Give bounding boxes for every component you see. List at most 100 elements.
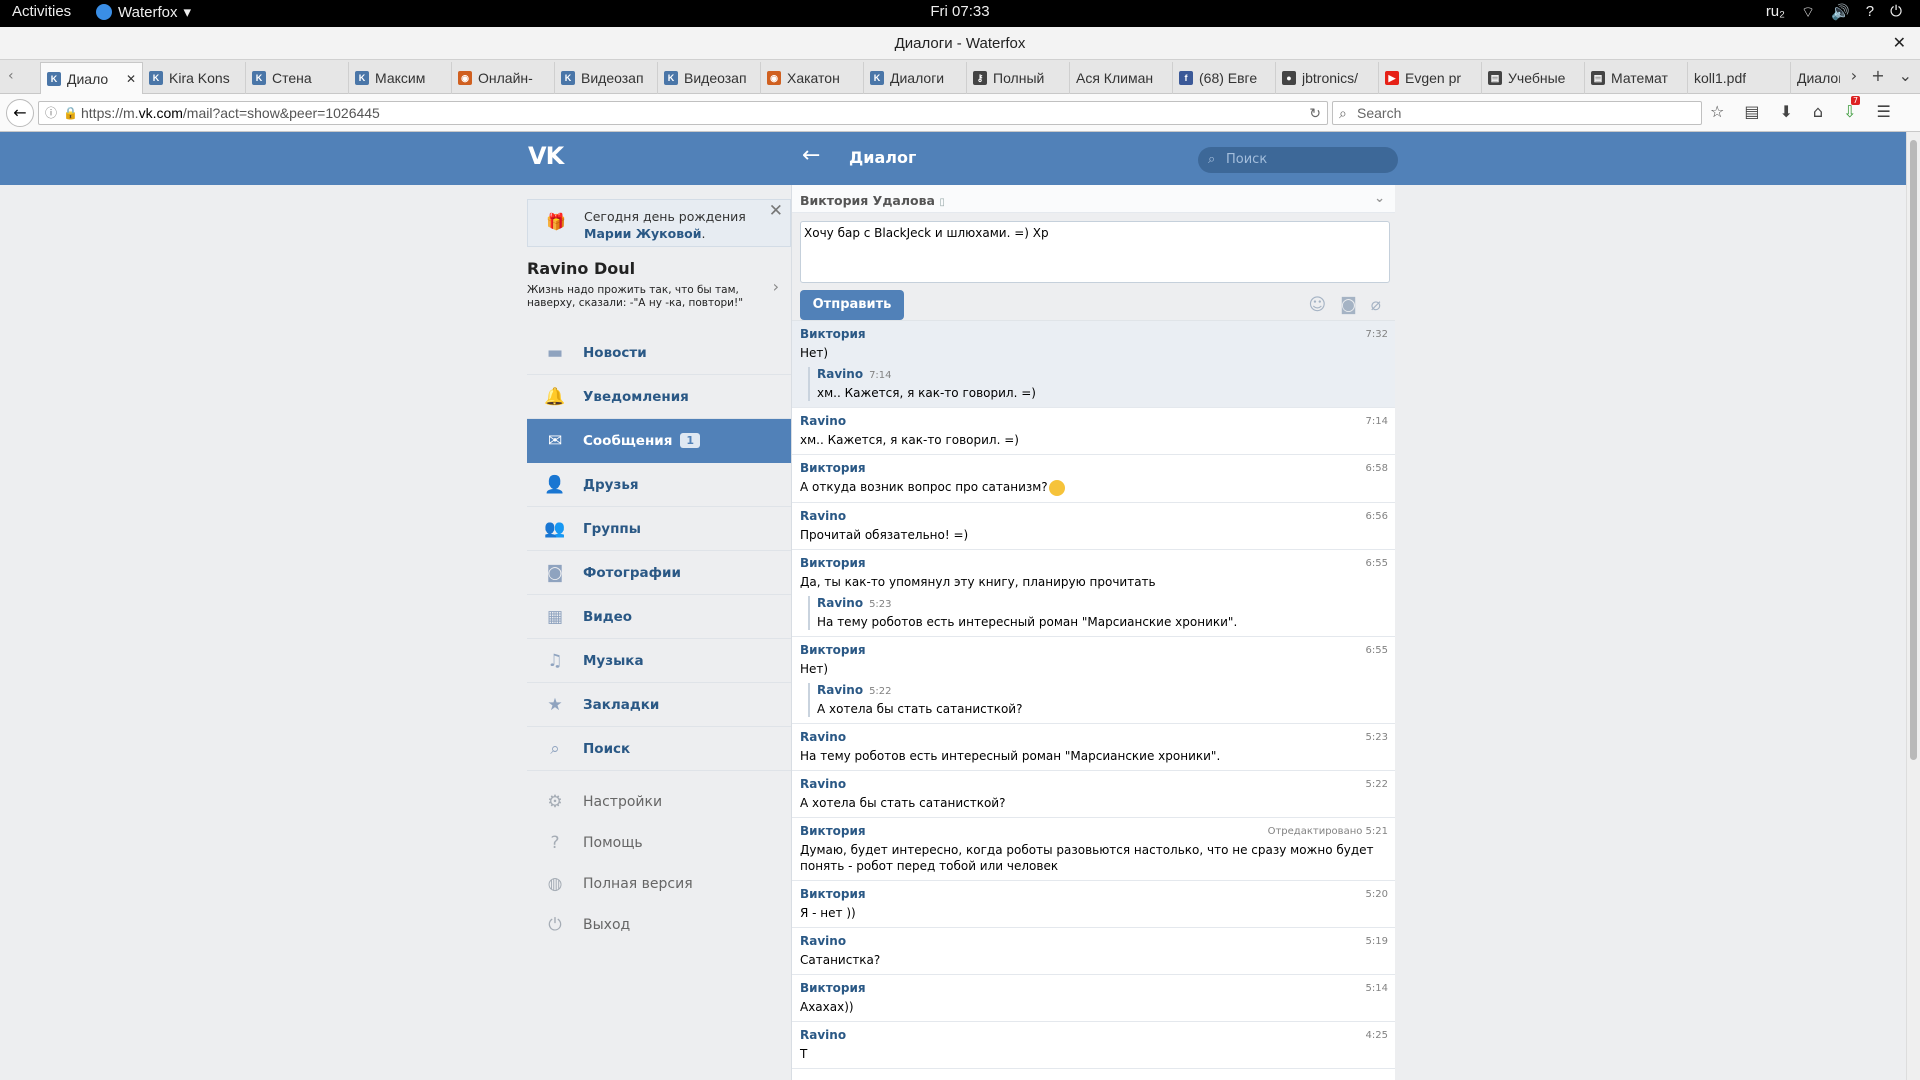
forwarded-message[interactable]: Ravino 5:23 На тему роботов есть интересны… bbox=[808, 595, 1387, 630]
reload-icon[interactable]: ↻ bbox=[1309, 102, 1321, 124]
url-input[interactable]: ⓘ 🔒 https://m.vk.com/mail?act=show&peer=… bbox=[38, 101, 1328, 125]
profile-block[interactable]: Ravino Doul Жизнь надо прожить так, что … bbox=[527, 247, 791, 323]
new-tab-icon[interactable]: + bbox=[1871, 66, 1884, 85]
downloads-icon[interactable]: ⇩ 7 bbox=[1843, 96, 1861, 121]
bookmark-star-icon[interactable]: ☆ bbox=[1710, 102, 1724, 121]
scroll-tabs-right-icon[interactable]: › bbox=[1851, 66, 1857, 85]
message-item[interactable]: Ravino 4:25 Т bbox=[792, 1022, 1395, 1069]
sidebar-item-star[interactable]: ★ Закладки bbox=[527, 683, 791, 727]
tab-item[interactable]: ▤ Учебные bbox=[1482, 62, 1585, 94]
forwarded-author[interactable]: Ravino bbox=[817, 367, 863, 381]
reader-list-icon[interactable]: ▤ bbox=[1744, 102, 1759, 121]
tab-item[interactable]: K Видеозап bbox=[658, 62, 761, 94]
message-author[interactable]: Ravino bbox=[800, 730, 1387, 744]
tab-list-icon[interactable]: ⌄ bbox=[1899, 66, 1912, 85]
sidebar-item-person[interactable]: 👤 Друзья bbox=[527, 463, 791, 507]
forwarded-message[interactable]: Ravino 7:14 хм.. Кажется, я как-то говорил… bbox=[808, 367, 1387, 401]
tab-item[interactable]: K Диалоги bbox=[864, 62, 967, 94]
browser-search-input[interactable]: ⌕ Search bbox=[1332, 101, 1702, 125]
message-item[interactable]: Ravino 6:56 Прочитай обязательно! =) bbox=[792, 503, 1395, 550]
tab-item[interactable]: f (68) Евге bbox=[1173, 62, 1276, 94]
forwarded-author[interactable]: Ravino bbox=[817, 683, 863, 697]
volume-icon[interactable]: 🔊 bbox=[1831, 3, 1850, 22]
clock[interactable]: Fri 07:33 bbox=[0, 3, 1920, 20]
peer-name[interactable]: Виктория Удалова bbox=[800, 193, 935, 208]
sidebar-item-help[interactable]: ? Помощь bbox=[527, 822, 791, 863]
tab-item[interactable]: ⚷ Полный bbox=[967, 62, 1070, 94]
back-arrow-icon[interactable]: ← bbox=[6, 99, 34, 127]
paperclip-icon[interactable]: ⌀ bbox=[1371, 295, 1381, 315]
emoji-icon[interactable]: ☺ bbox=[1309, 295, 1327, 315]
camera-icon[interactable]: ◙ bbox=[1340, 295, 1357, 315]
birthday-notice[interactable]: 🎁 Сегодня день рождения Марии Жуковой. ✕ bbox=[527, 199, 791, 247]
vk-search-input[interactable]: ⌕ Поиск bbox=[1198, 147, 1398, 173]
message-item[interactable]: Виктория 6:55 Нет) Ravino 5:22 А хотела бы ст… bbox=[792, 637, 1395, 724]
sidebar-item-mail[interactable]: ✉ Сообщения 1 bbox=[527, 419, 791, 463]
sidebar-item-bell[interactable]: 🔔 Уведомления bbox=[527, 375, 791, 419]
power-menu-icon[interactable]: ⏻ bbox=[1890, 3, 1902, 22]
close-window-icon[interactable]: ✕ bbox=[1893, 27, 1906, 60]
message-item[interactable]: Ravino 5:22 А хотела бы стать сатанисткой? bbox=[792, 771, 1395, 818]
sidebar-item-camera[interactable]: ◙ Фотографии bbox=[527, 551, 791, 595]
tab-item[interactable]: ▶ Evgen pr bbox=[1379, 62, 1482, 94]
tab-item[interactable]: K Стена bbox=[246, 62, 349, 94]
message-author[interactable]: Ravino bbox=[800, 934, 1387, 948]
message-item[interactable]: Виктория Отредактировано 5:21 Думаю, будет… bbox=[792, 818, 1395, 881]
sidebar-item-news[interactable]: ▬ Новости bbox=[527, 331, 791, 375]
message-author[interactable]: Ravino bbox=[800, 509, 1387, 523]
forwarded-author[interactable]: Ravino bbox=[817, 596, 863, 610]
scroll-tabs-left-icon[interactable]: ‹ bbox=[8, 68, 14, 84]
close-tab-icon[interactable]: ✕ bbox=[126, 72, 136, 86]
message-author[interactable]: Ravino bbox=[800, 414, 1387, 428]
birthday-name[interactable]: Марии Жуковой bbox=[584, 226, 701, 241]
message-author[interactable]: Виктория bbox=[800, 461, 1387, 475]
message-author[interactable]: Виктория bbox=[800, 556, 1387, 570]
message-author[interactable]: Виктория bbox=[800, 327, 1387, 341]
message-author[interactable]: Виктория bbox=[800, 887, 1387, 901]
sidebar-item-film[interactable]: ▦ Видео bbox=[527, 595, 791, 639]
scrollbar-thumb[interactable] bbox=[1910, 140, 1917, 760]
sidebar-item-group[interactable]: 👥 Группы bbox=[527, 507, 791, 551]
message-item[interactable]: Ravino 5:19 Сатанистка? bbox=[792, 928, 1395, 975]
wifi-icon[interactable]: ⌔ bbox=[1801, 3, 1815, 22]
message-author[interactable]: Виктория bbox=[800, 643, 1387, 657]
tab-item[interactable]: ◉ Онлайн- bbox=[452, 62, 555, 94]
tab-item[interactable]: ◉ Хакатон bbox=[761, 62, 864, 94]
tab-item[interactable]: Диалоги bbox=[1791, 62, 1840, 94]
tab-item[interactable]: ▤ Математ bbox=[1585, 62, 1688, 94]
system-tray[interactable]: ru₂ ⌔ 🔊 ? ⏻ bbox=[1766, 3, 1902, 22]
info-icon[interactable]: ⓘ bbox=[45, 102, 57, 124]
message-input[interactable] bbox=[800, 221, 1390, 283]
message-author[interactable]: Виктория bbox=[800, 981, 1387, 995]
sidebar-item-power[interactable]: ⏻ Выход bbox=[527, 904, 791, 945]
tab-item[interactable]: K Диало ✕ bbox=[40, 62, 143, 94]
sidebar-item-search[interactable]: ⌕ Поиск bbox=[527, 727, 791, 771]
send-button[interactable]: Отправить bbox=[800, 290, 904, 320]
message-item[interactable]: Виктория 6:58 А откуда возник вопрос про с… bbox=[792, 455, 1395, 503]
sidebar-item-globe[interactable]: ◍ Полная версия bbox=[527, 863, 791, 904]
help-icon[interactable]: ? bbox=[1866, 3, 1874, 22]
message-author[interactable]: Ravino bbox=[800, 777, 1387, 791]
back-arrow-icon[interactable]: ← bbox=[802, 143, 820, 168]
message-item[interactable]: Виктория 5:14 Ахахах)) bbox=[792, 975, 1395, 1022]
tab-item[interactable]: K Максим bbox=[349, 62, 452, 94]
message-item[interactable]: Виктория 6:55 Да, ты как-то упомянул эту к… bbox=[792, 550, 1395, 637]
message-item[interactable]: Виктория 5:20 Я - нет )) bbox=[792, 881, 1395, 928]
chevron-down-icon[interactable]: ⌄ bbox=[1374, 191, 1385, 206]
sidebar-item-gear[interactable]: ⚙ Настройки bbox=[527, 781, 791, 822]
vk-logo[interactable]: VK bbox=[528, 142, 564, 170]
keyboard-layout[interactable]: ru₂ bbox=[1766, 3, 1785, 22]
page-scrollbar[interactable] bbox=[1906, 132, 1920, 1080]
sidebar-item-music[interactable]: ♫ Музыка bbox=[527, 639, 791, 683]
profile-name[interactable]: Ravino Doul bbox=[527, 259, 791, 278]
tab-item[interactable]: ● jbtronics/ bbox=[1276, 62, 1379, 94]
pocket-icon[interactable]: ⬇ bbox=[1779, 102, 1792, 121]
tab-item[interactable]: K Kira Kons bbox=[143, 62, 246, 94]
chat-header[interactable]: Виктория Удалова ▯ ⌄ bbox=[792, 185, 1395, 213]
message-item[interactable]: Ravino 5:23 На тему роботов есть интересны… bbox=[792, 724, 1395, 771]
message-author[interactable]: Ravino bbox=[800, 1028, 1387, 1042]
forwarded-message[interactable]: Ravino 5:22 А хотела бы стать сатанисткой? bbox=[808, 682, 1387, 717]
message-item[interactable]: Ravino 7:14 хм.. Кажется, я как-то говорил… bbox=[792, 408, 1395, 455]
close-icon[interactable]: ✕ bbox=[769, 203, 783, 220]
hamburger-menu-icon[interactable]: ☰ bbox=[1876, 102, 1890, 121]
